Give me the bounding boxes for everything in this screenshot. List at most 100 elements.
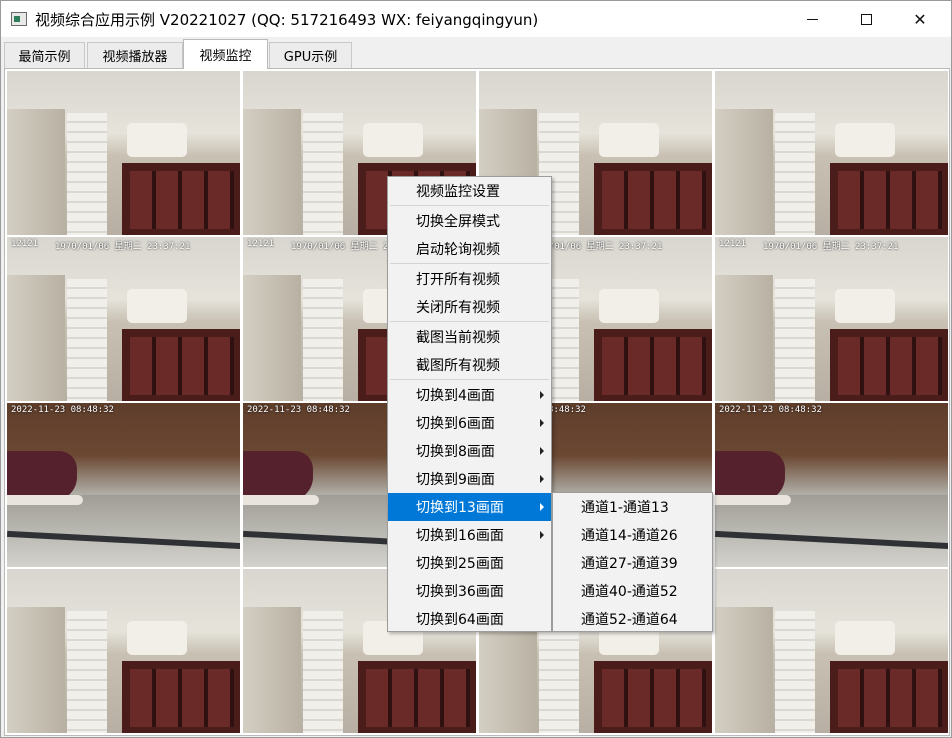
maximize-icon (860, 13, 872, 25)
video-scene-cupboard (830, 163, 948, 235)
window-title: 视频综合应用示例 V20221027 (QQ: 517216493 WX: fe… (35, 11, 539, 29)
submenu-arrow-icon (540, 419, 544, 427)
menu-item-11[interactable]: 切换到9画面 (388, 465, 551, 493)
video-cell-13[interactable] (6, 568, 241, 734)
menu-item-label: 切换到25画面 (416, 556, 504, 572)
video-scene-boxes (363, 123, 423, 157)
menu-item-label: 切换到16画面 (416, 528, 504, 544)
video-scene-floor (7, 495, 240, 567)
submenu-channel-range-5[interactable]: 通道52-通道64 (553, 605, 712, 633)
video-scene-cupboard (830, 661, 948, 733)
osd-timestamp: 2022-11-23 08:48:32 (719, 405, 822, 415)
menu-item-4[interactable]: 打开所有视频 (388, 265, 551, 293)
title-bar[interactable]: 视频综合应用示例 V20221027 (QQ: 517216493 WX: fe… (1, 1, 951, 37)
video-scene-door (775, 279, 815, 401)
video-scene-boxes (835, 123, 895, 157)
tab-video-monitor[interactable]: 视频监控 (183, 39, 268, 69)
video-cell-12[interactable]: 2022-11-23 08:48:32 (714, 402, 949, 568)
video-scene-cupboard (122, 163, 240, 235)
menu-separator (390, 263, 549, 264)
osd-timestamp: 1970/01/06 星期二 23:37:21 (55, 242, 191, 252)
menu-item-12[interactable]: 切换到13画面 (388, 493, 551, 521)
menu-separator (390, 205, 549, 206)
video-cell-1[interactable] (6, 70, 241, 236)
video-cell-8[interactable]: 12121 1970/01/06 星期二 23:37:21 (714, 236, 949, 402)
video-scene-boxes (599, 289, 659, 323)
menu-item-3[interactable]: 启动轮询视频 (388, 235, 551, 263)
video-scene-door (67, 611, 107, 733)
video-scene-boxes (835, 621, 895, 655)
osd-channel-text: 12121 (11, 239, 39, 249)
close-button[interactable]: ✕ (897, 1, 943, 37)
video-scene-shelf (715, 607, 773, 733)
menu-item-7[interactable]: 截图所有视频 (388, 351, 551, 379)
minimize-button[interactable] (789, 1, 835, 37)
submenu-channel-range-4[interactable]: 通道40-通道52 (553, 577, 712, 605)
video-scene-boxes (835, 289, 895, 323)
menu-item-10[interactable]: 切换到8画面 (388, 437, 551, 465)
menu-item-14[interactable]: 切换到25画面 (388, 549, 551, 577)
osd-channel-text: 12121 (247, 239, 275, 249)
menu-item-15[interactable]: 切换到36画面 (388, 577, 551, 605)
menu-item-label: 切换到6画面 (416, 416, 495, 432)
submenu-channel-range-2[interactable]: 通道14-通道26 (553, 521, 712, 549)
video-scene-door (775, 611, 815, 733)
menu-separator (390, 321, 549, 322)
menu-item-label: 切换到36画面 (416, 584, 504, 600)
maximize-button[interactable] (843, 1, 889, 37)
video-scene-sole (243, 495, 319, 505)
menu-item-6[interactable]: 截图当前视频 (388, 323, 551, 351)
menu-item-2[interactable]: 切换全屏模式 (388, 207, 551, 235)
video-scene-shelf (7, 109, 65, 235)
tab-bar: 最简示例 视频播放器 视频监控 GPU示例 (1, 38, 951, 69)
osd-timestamp: 1970/01/06 星期二 23:37:21 (763, 242, 899, 252)
context-menu: 视频监控设置 切换全屏模式 启动轮询视频打开所有视频 关闭所有视频 截图当前视频 截图所有… (387, 176, 552, 632)
video-scene-sole (7, 495, 83, 505)
menu-item-label: 切换到4画面 (416, 388, 495, 404)
menu-item-label: 切换到8画面 (416, 444, 495, 460)
menu-item-label: 视频监控设置 (416, 184, 500, 200)
video-scene-cupboard (594, 329, 712, 401)
video-scene-cupboard (122, 329, 240, 401)
video-scene-cupboard (594, 163, 712, 235)
close-icon: ✕ (913, 9, 927, 29)
menu-item-1[interactable]: 视频监控设置 (388, 177, 551, 205)
submenu-arrow-icon (540, 391, 544, 399)
submenu-arrow-icon (540, 503, 544, 511)
tab-video-player[interactable]: 视频播放器 (87, 42, 183, 68)
submenu-channel-range-3[interactable]: 通道27-通道39 (553, 549, 712, 577)
video-cell-16[interactable] (714, 568, 949, 734)
video-scene-cupboard (830, 329, 948, 401)
video-scene-boxes (127, 621, 187, 655)
video-scene-boxes (127, 123, 187, 157)
tab-simplest-example[interactable]: 最简示例 (4, 42, 85, 68)
menu-item-label: 切换全屏模式 (416, 214, 500, 230)
video-scene-sole (715, 495, 791, 505)
submenu-arrow-icon (540, 531, 544, 539)
video-scene-shelf (7, 607, 65, 733)
video-cell-4[interactable] (714, 70, 949, 236)
video-scene-door (775, 113, 815, 235)
video-scene-shelf (243, 275, 301, 401)
menu-item-9[interactable]: 切换到6画面 (388, 409, 551, 437)
channel-submenu: 通道1-通道13 通道14-通道26 通道27-通道39 通道40-通道52 通道52-… (552, 492, 713, 632)
menu-item-16[interactable]: 切换到64画面 (388, 605, 551, 633)
video-scene-floor (715, 495, 948, 567)
menu-separator (390, 379, 549, 380)
video-scene-cupboard (358, 661, 476, 733)
menu-item-5[interactable]: 关闭所有视频 (388, 293, 551, 321)
submenu-channel-range-1[interactable]: 通道1-通道13 (553, 493, 712, 521)
video-scene-boxes (127, 289, 187, 323)
video-cell-5[interactable]: 12121 1970/01/06 星期二 23:37:21 (6, 236, 241, 402)
osd-timestamp: 2022-11-23 08:48:32 (11, 405, 114, 415)
menu-item-label: 切换到64画面 (416, 612, 504, 628)
video-scene-shelf (243, 607, 301, 733)
video-scene-shoe (7, 451, 77, 501)
video-cell-9[interactable]: 2022-11-23 08:48:32 (6, 402, 241, 568)
menu-item-label: 启动轮询视频 (416, 242, 500, 258)
video-scene-shoe (243, 451, 313, 501)
menu-item-label: 切换到9画面 (416, 472, 495, 488)
menu-item-13[interactable]: 切换到16画面 (388, 521, 551, 549)
tab-gpu-example[interactable]: GPU示例 (269, 42, 352, 68)
menu-item-8[interactable]: 切换到4画面 (388, 381, 551, 409)
